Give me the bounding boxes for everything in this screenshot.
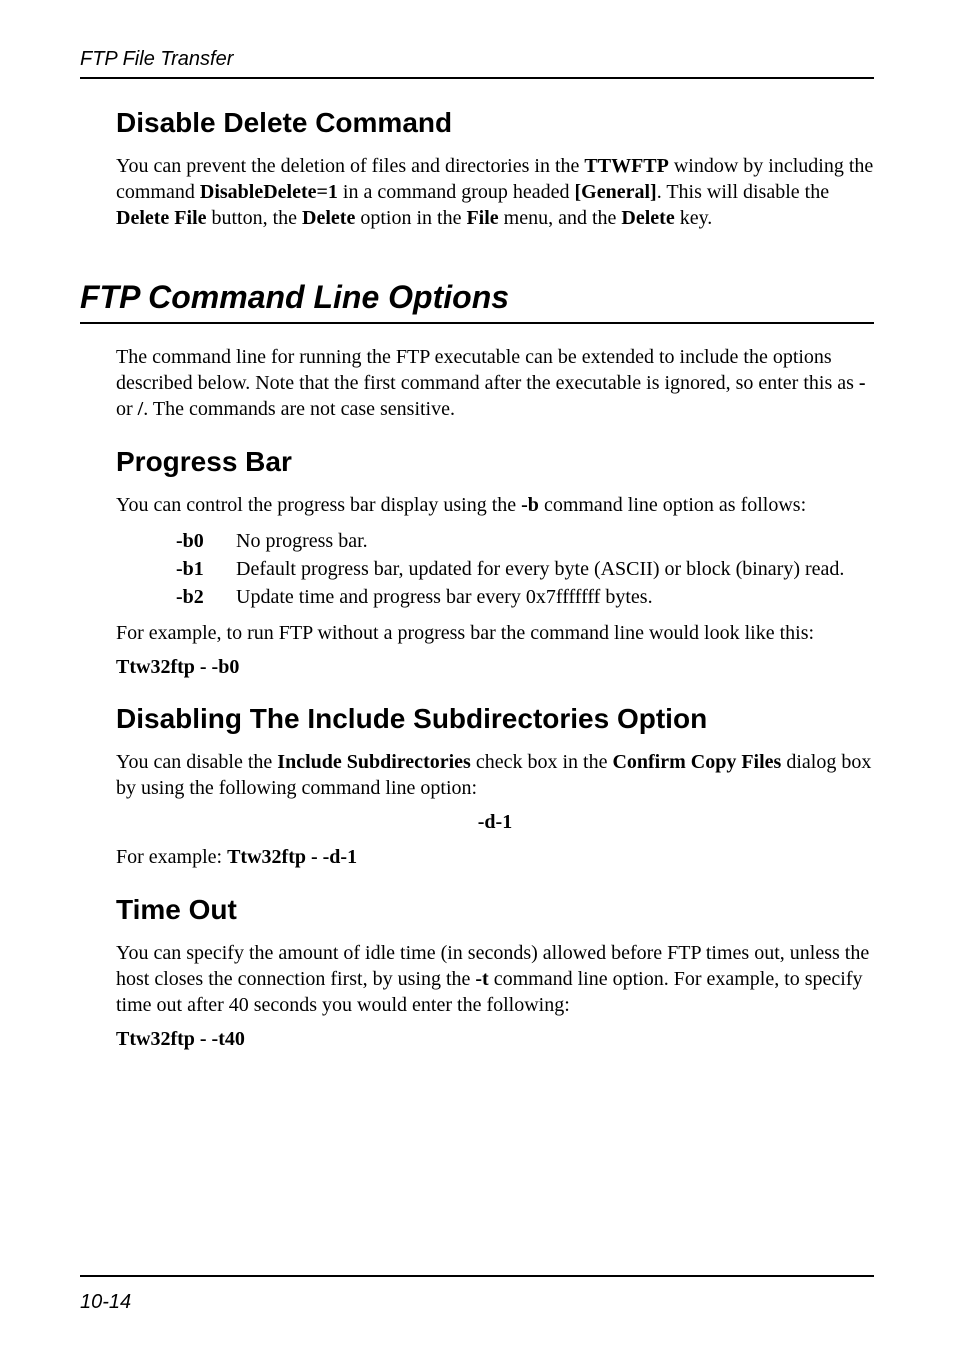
option-desc: No progress bar.	[236, 528, 874, 554]
text: in a command group headed	[338, 181, 575, 203]
para-progress-outro: For example, to run FTP without a progre…	[116, 620, 874, 646]
text-bold: Delete	[302, 207, 355, 229]
header-rule	[80, 77, 874, 79]
option-flag-d1: -d-1	[116, 811, 874, 834]
text: check box in the	[471, 751, 613, 773]
page-number: 10-14	[80, 1291, 874, 1314]
heading-ftp-cmdline-options: FTP Command Line Options	[80, 279, 874, 316]
option-key: -b1	[176, 556, 236, 582]
footer-rule	[80, 1275, 874, 1277]
text-bold: Ttw32ftp - -d-1	[227, 846, 357, 868]
text: The command line for running the FTP exe…	[116, 346, 859, 394]
text: command line option as follows:	[539, 494, 806, 516]
text-bold: Confirm Copy Files	[612, 751, 781, 773]
heading-time-out: Time Out	[116, 894, 874, 926]
para-disable-delete: You can prevent the deletion of files an…	[116, 153, 874, 231]
text: You can control the progress bar display…	[116, 494, 521, 516]
text: menu, and the	[499, 207, 622, 229]
option-row-b0: -b0 No progress bar.	[176, 528, 874, 554]
text-bold: Delete	[621, 207, 674, 229]
option-row-b2: -b2 Update time and progress bar every 0…	[176, 584, 874, 610]
text-bold: -	[859, 372, 866, 394]
text-bold: [General]	[575, 181, 657, 203]
example-timeout: Ttw32ftp - -t40	[116, 1028, 874, 1051]
para-progress-intro: You can control the progress bar display…	[116, 492, 874, 518]
option-key: -b2	[176, 584, 236, 610]
text: You can disable the	[116, 751, 277, 773]
text-bold: DisableDelete=1	[200, 181, 338, 203]
option-desc: Default progress bar, updated for every …	[236, 556, 874, 582]
text-bold: Delete File	[116, 207, 207, 229]
para-subdirs-example: For example: Ttw32ftp - -d-1	[116, 844, 874, 870]
text-bold: TTWFTP	[584, 155, 668, 177]
example-progress: Ttw32ftp - -b0	[116, 656, 874, 679]
text: or	[116, 398, 138, 420]
para-subdirs-intro: You can disable the Include Subdirectori…	[116, 749, 874, 801]
chapter-rule	[80, 322, 874, 324]
text: For example:	[116, 846, 227, 868]
text: You can prevent the deletion of files an…	[116, 155, 584, 177]
running-header: FTP File Transfer	[80, 48, 874, 71]
text: . This will disable the	[657, 181, 829, 203]
heading-progress-bar: Progress Bar	[116, 446, 874, 478]
heading-disable-subdirs: Disabling The Include Subdirectories Opt…	[116, 703, 874, 735]
text: key.	[675, 207, 713, 229]
text: button, the	[207, 207, 303, 229]
footer: 10-14	[80, 1275, 874, 1314]
option-desc: Update time and progress bar every 0x7ff…	[236, 584, 874, 610]
heading-disable-delete: Disable Delete Command	[116, 107, 874, 139]
text-bold: File	[466, 207, 498, 229]
para-timeout-intro: You can specify the amount of idle time …	[116, 940, 874, 1018]
page: FTP File Transfer Disable Delete Command…	[0, 0, 954, 1354]
option-row-b1: -b1 Default progress bar, updated for ev…	[176, 556, 874, 582]
text-bold: Include Subdirectories	[277, 751, 471, 773]
para-chapter-intro: The command line for running the FTP exe…	[116, 344, 874, 422]
content-area: Disable Delete Command You can prevent t…	[80, 107, 874, 1051]
text-bold: -t	[475, 968, 488, 990]
option-key: -b0	[176, 528, 236, 554]
text-bold: -b	[521, 494, 539, 516]
text: . The commands are not case sensitive.	[143, 398, 455, 420]
text: option in the	[355, 207, 466, 229]
